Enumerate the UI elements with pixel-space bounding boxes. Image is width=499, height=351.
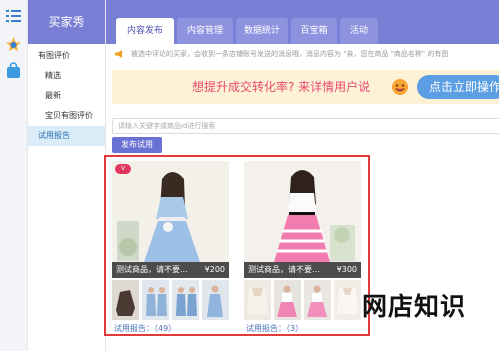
star-icon[interactable]	[5, 36, 22, 53]
tab-content-manage[interactable]: 内容管理	[177, 18, 233, 44]
sidebar-item-product-image-reviews[interactable]: 宝贝有图评价	[28, 106, 105, 126]
product-info-bar: 测试商品，请不要... ¥200	[112, 262, 229, 278]
tab-content-publish[interactable]: 内容发布	[116, 18, 174, 44]
product-info-bar: 测试商品，请不要... ¥300	[244, 262, 361, 278]
sidebar-item-featured[interactable]: 精选	[28, 66, 105, 86]
product-photo[interactable]	[112, 161, 229, 278]
review-thumbnails	[244, 280, 361, 320]
review-thumbnails	[112, 280, 229, 320]
app-brand: 买家秀	[28, 0, 105, 44]
review-thumbnail[interactable]	[172, 280, 199, 320]
banner-message: 想提升成交转化率? 来详情用户说	[192, 80, 371, 94]
tab-toolbox[interactable]: 百宝箱	[291, 18, 337, 44]
verified-badge: V	[115, 164, 131, 174]
search-input[interactable]: 请输入关键字或商品id进行搜索	[112, 118, 499, 134]
icon-rail	[0, 0, 28, 351]
bag-icon[interactable]	[5, 62, 22, 79]
review-thumbnail[interactable]	[304, 280, 331, 320]
trial-report-count[interactable]: 试用报告：（49）	[114, 323, 176, 334]
notice-text: 被选中评论的买家，会收到一条店铺账号发送的消息哦，消息内容为 "亲，您在商品 "…	[131, 50, 449, 58]
publish-trial-button[interactable]: 发布试用	[112, 137, 162, 153]
sidebar: 买家秀 有图评价 精选 最新 宝贝有图评价 试用报告	[28, 0, 106, 351]
product-title: 测试商品，请不要...	[248, 265, 320, 274]
watermark-text: 网店知识	[362, 292, 467, 321]
tab-statistics[interactable]: 数据统计	[236, 18, 288, 44]
list-icon[interactable]	[5, 7, 22, 24]
review-thumbnail[interactable]	[112, 280, 139, 320]
sidebar-item-trial-reports[interactable]: 试用报告	[28, 126, 105, 146]
review-thumbnail[interactable]	[202, 280, 229, 320]
review-thumbnail[interactable]	[334, 280, 361, 320]
product-photo[interactable]	[244, 161, 361, 278]
review-thumbnail[interactable]	[142, 280, 169, 320]
product-price: ¥300	[336, 265, 357, 274]
top-nav: 内容发布 内容管理 数据统计 百宝箱 活动	[106, 0, 499, 44]
speaker-icon	[115, 50, 122, 58]
sidebar-item-image-reviews[interactable]: 有图评价	[28, 46, 105, 66]
notice-bar: 被选中评论的买家，会收到一条店铺账号发送的消息哦，消息内容为 "亲，您在商品 "…	[112, 44, 499, 64]
operate-now-button[interactable]: 点击立即操作	[417, 75, 499, 99]
product-title: 测试商品，请不要...	[116, 265, 188, 274]
trial-report-count[interactable]: 试用报告：（3）	[246, 323, 303, 334]
tab-activity[interactable]: 活动	[340, 18, 378, 44]
review-thumbnail[interactable]	[244, 280, 271, 320]
product-price: ¥200	[204, 265, 225, 274]
smiley-icon	[392, 79, 408, 95]
review-thumbnail[interactable]	[274, 280, 301, 320]
promo-banner: 想提升成交转化率? 来详情用户说 点击立即操作	[112, 70, 499, 104]
sidebar-item-latest[interactable]: 最新	[28, 86, 105, 106]
